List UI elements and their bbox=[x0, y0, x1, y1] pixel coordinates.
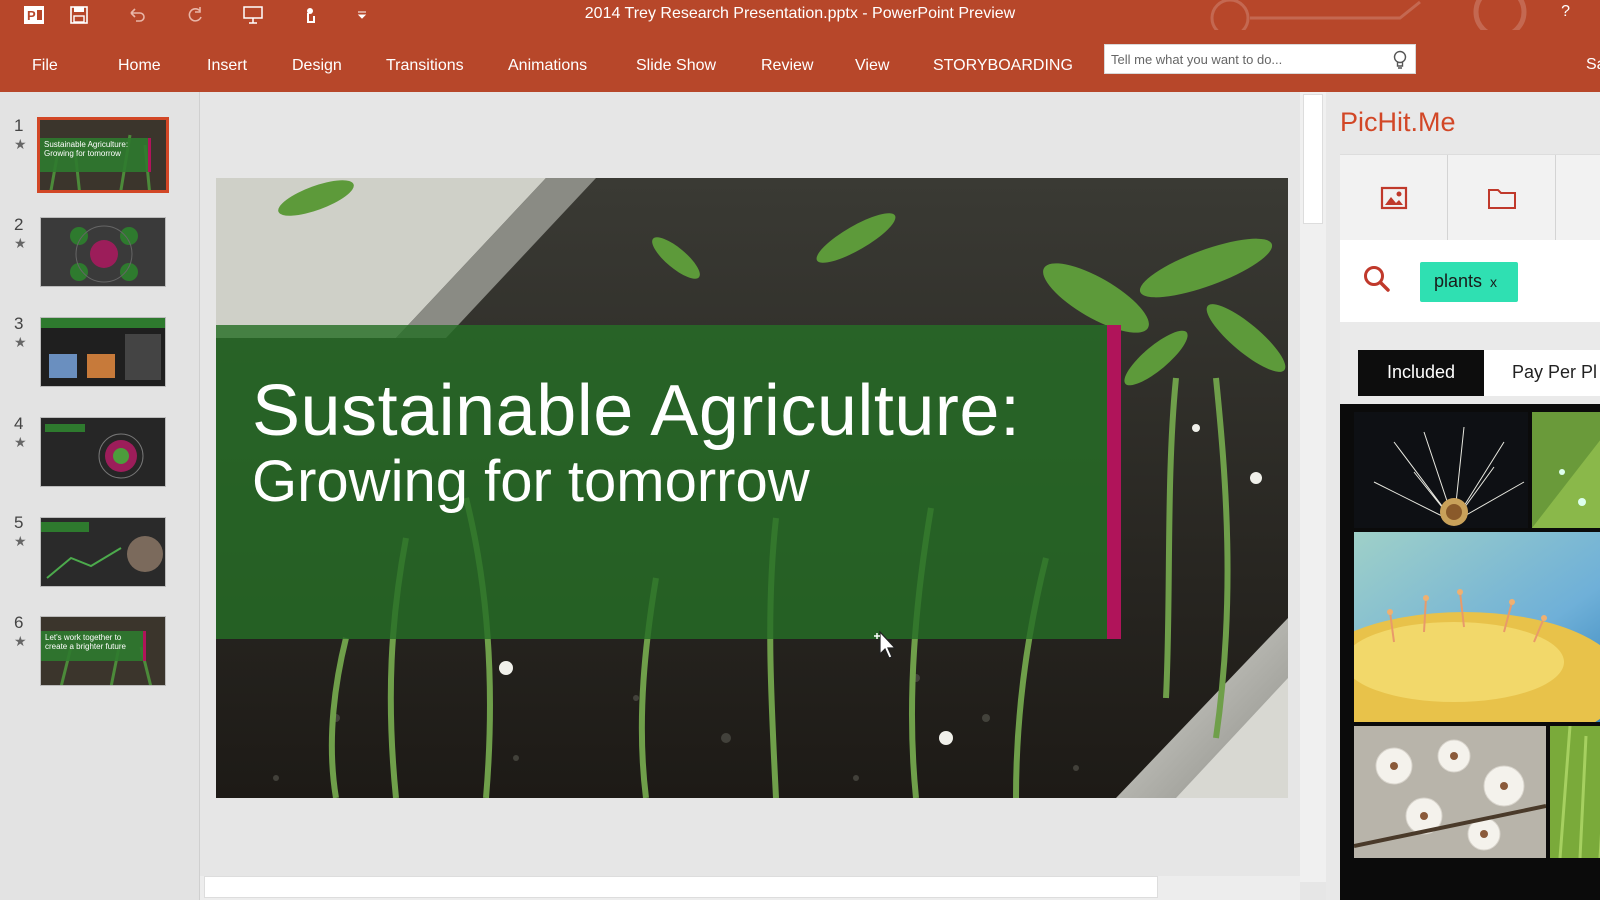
tab-included[interactable]: Included bbox=[1358, 350, 1484, 396]
animation-star-icon: ★ bbox=[14, 235, 27, 251]
tab-storyboarding[interactable]: STORYBOARDING bbox=[933, 57, 1073, 75]
slide-title[interactable]: Sustainable Agriculture: bbox=[252, 370, 1020, 452]
tab-file[interactable]: File bbox=[32, 57, 58, 75]
slide-canvas[interactable]: Sustainable Agriculture: Growing for tom… bbox=[216, 178, 1288, 798]
gallery-image-grass[interactable] bbox=[1550, 726, 1600, 858]
animation-star-icon: ★ bbox=[14, 136, 27, 152]
circuit-decoration bbox=[1210, 0, 1527, 30]
search-row: plants x bbox=[1340, 240, 1600, 322]
tab-home[interactable]: Home bbox=[118, 57, 161, 75]
thumbnail-caption: Let's work together to create a brighter… bbox=[45, 633, 126, 651]
mouse-cursor-icon bbox=[874, 630, 897, 659]
animation-star-icon: ★ bbox=[14, 533, 27, 549]
tab-transitions[interactable]: Transitions bbox=[386, 57, 464, 75]
horizontal-scrollbar-thumb[interactable] bbox=[204, 876, 1158, 898]
slide-number: 6 bbox=[14, 613, 24, 632]
title-band-accent bbox=[1107, 325, 1121, 639]
lightbulb-icon bbox=[1393, 50, 1407, 69]
share-button[interactable]: Sa bbox=[1586, 56, 1600, 74]
animation-star-icon: ★ bbox=[14, 334, 27, 350]
tell-me-placeholder: Tell me what you want to do... bbox=[1111, 52, 1283, 67]
gallery-image-blossoms[interactable] bbox=[1354, 726, 1546, 858]
ribbon: File Home Insert Design Transitions Anim… bbox=[0, 30, 1600, 92]
animation-star-icon: ★ bbox=[14, 633, 27, 649]
search-tag-label: plants bbox=[1434, 271, 1483, 291]
gallery-image-dandelion[interactable] bbox=[1354, 412, 1528, 528]
search-tag[interactable]: plants x bbox=[1420, 262, 1518, 302]
vertical-scrollbar[interactable] bbox=[1300, 92, 1326, 882]
title-band: Sustainable Agriculture: Growing for tom… bbox=[216, 325, 1121, 639]
tell-me-search-box[interactable]: Tell me what you want to do... bbox=[1104, 44, 1416, 74]
slide-number: 5 bbox=[14, 513, 24, 532]
folder-icon bbox=[1487, 189, 1516, 209]
search-icon[interactable] bbox=[1362, 264, 1392, 294]
slide-thumbnail-5[interactable] bbox=[40, 517, 166, 587]
gallery-image-leaf[interactable] bbox=[1532, 412, 1600, 528]
tab-pay-per-picture[interactable]: Pay Per Pl bbox=[1484, 350, 1600, 396]
thumbnail-caption: Sustainable Agriculture: Growing for tom… bbox=[44, 140, 129, 158]
image-icon bbox=[1380, 186, 1407, 210]
slide-subtitle[interactable]: Growing for tomorrow bbox=[252, 448, 810, 515]
slide-number: 2 bbox=[14, 215, 24, 234]
help-icon[interactable]: ? bbox=[1561, 3, 1570, 21]
animation-star-icon: ★ bbox=[14, 434, 27, 450]
slide-thumbnail-1[interactable]: Sustainable Agriculture: Growing for tom… bbox=[37, 117, 169, 193]
image-gallery bbox=[1340, 404, 1600, 900]
tab-animations[interactable]: Animations bbox=[508, 57, 587, 75]
slide-thumbnail-6[interactable]: Let's work together to create a brighter… bbox=[40, 616, 166, 686]
folder-button[interactable] bbox=[1448, 155, 1556, 241]
gallery-image-moss[interactable] bbox=[1354, 532, 1600, 722]
tab-insert[interactable]: Insert bbox=[207, 57, 247, 75]
title-bar: P 2014 Trey Research Presentation.pptx -… bbox=[0, 0, 1600, 30]
slide-number: 4 bbox=[14, 414, 24, 433]
slide-thumbnail-pane: 1 ★ Sustainable Agriculture: Growing for… bbox=[0, 92, 200, 900]
pane-icon-bar bbox=[1340, 154, 1600, 241]
more-button[interactable] bbox=[1556, 155, 1600, 241]
pane-title: PicHit.Me bbox=[1340, 107, 1456, 137]
slide-thumbnail-4[interactable] bbox=[40, 417, 166, 487]
tab-review[interactable]: Review bbox=[761, 57, 813, 75]
tab-view[interactable]: View bbox=[855, 57, 889, 75]
tab-design[interactable]: Design bbox=[292, 57, 342, 75]
slide-number: 3 bbox=[14, 314, 24, 333]
slide-thumbnail-2[interactable] bbox=[40, 217, 166, 287]
image-search-button[interactable] bbox=[1340, 155, 1448, 241]
tab-slide-show[interactable]: Slide Show bbox=[636, 57, 716, 75]
remove-tag-button[interactable]: x bbox=[1490, 274, 1497, 290]
vertical-scrollbar-thumb[interactable] bbox=[1303, 94, 1323, 224]
horizontal-scrollbar[interactable] bbox=[200, 876, 1300, 900]
slide-thumbnail-3[interactable] bbox=[40, 317, 166, 387]
slide-number: 1 bbox=[14, 116, 24, 135]
pichit-task-pane: PicHit.Me plants x Included Pay Per Pl bbox=[1326, 92, 1600, 900]
